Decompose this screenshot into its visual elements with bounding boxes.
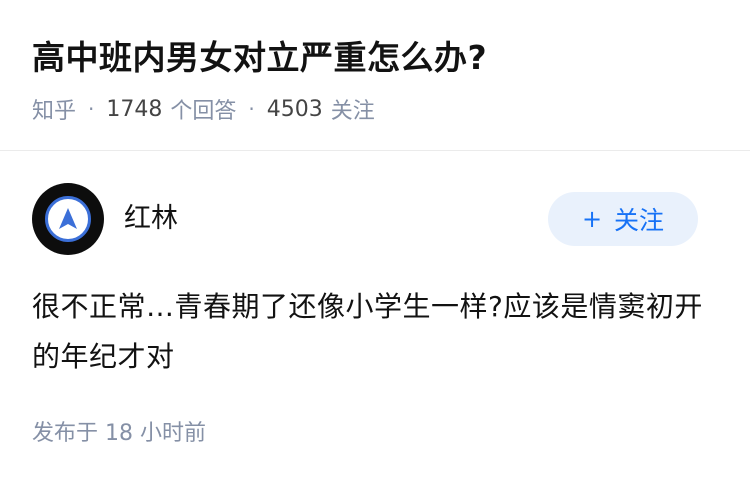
meta-separator: · (248, 97, 255, 121)
question-title[interactable]: 高中班内男女对立严重怎么办? (32, 34, 487, 82)
followers-count: 4503 (266, 96, 323, 122)
meta-separator: · (88, 97, 95, 121)
avatar-inner (45, 196, 91, 242)
follow-button-label: 关注 (614, 206, 665, 235)
question-meta: 知乎 · 1748 个回答 · 4503 关注 (32, 93, 375, 125)
author-name[interactable]: 红林 (124, 201, 178, 237)
blue-arrow-compass-icon (59, 208, 77, 229)
avatar[interactable] (32, 183, 104, 255)
published-time: 发布于 18 小时前 (32, 421, 206, 446)
answer-content[interactable]: 很不正常…青春期了还像小学生一样?应该是情窦初开的年纪才对 (32, 282, 722, 382)
followers-label: 关注 (330, 99, 375, 124)
answers-label: 个回答 (170, 99, 237, 124)
plus-icon: + (581, 205, 603, 233)
question-header: 高中班内男女对立严重怎么办? 知乎 · 1748 个回答 · 4503 关注 (0, 0, 750, 151)
source-label[interactable]: 知乎 (32, 93, 76, 125)
answer-author: 红林 + 关注 (32, 183, 718, 257)
follow-button[interactable]: + 关注 (548, 192, 698, 246)
answers-count: 1748 (106, 96, 163, 122)
answer-page: 高中班内男女对立严重怎么办? 知乎 · 1748 个回答 · 4503 关注 红… (0, 0, 750, 482)
